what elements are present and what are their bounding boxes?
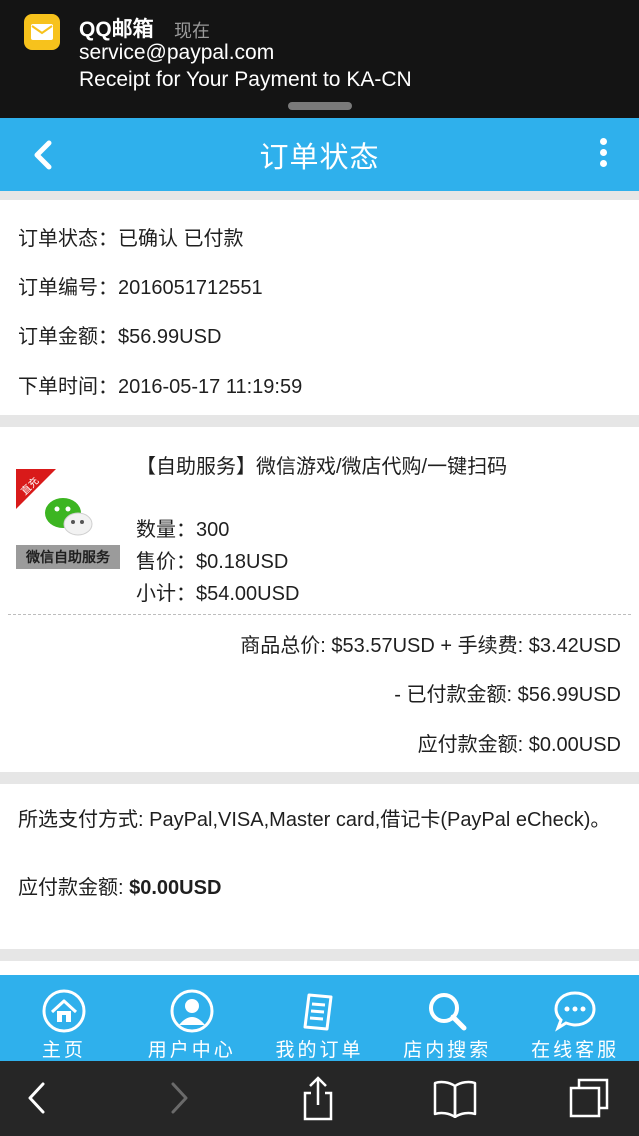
product-price-row: 售价：$0.18USD <box>136 545 288 574</box>
section-divider <box>0 415 639 427</box>
tabs-icon[interactable] <box>566 1075 612 1121</box>
price-label: 售价： <box>136 551 196 573</box>
nav-label-store-search: 店内搜索 <box>403 1040 492 1061</box>
nav-item-store-search[interactable]: 店内搜索 <box>383 975 511 1061</box>
order-time-row: 下单时间：2016-05-17 11:19:59 <box>18 370 302 399</box>
product-quantity-row: 数量：300 <box>136 513 229 542</box>
nav-label-online-service: 在线客服 <box>531 1040 620 1061</box>
section-divider <box>0 772 639 784</box>
page-title: 订单状态 <box>259 142 380 174</box>
product-image[interactable]: 直充 微信自助服务 <box>16 469 120 577</box>
notification-banner[interactable]: QQ邮箱 现在 service@paypal.com Receipt for Y… <box>0 0 639 118</box>
payment-due-label: 应付款金额: <box>18 877 130 899</box>
notification-sender: service@paypal.com <box>79 41 275 64</box>
app-header: 订单状态 <box>0 118 639 191</box>
product-image-caption: 微信自助服务 <box>25 549 111 566</box>
more-vertical-icon[interactable] <box>592 134 616 170</box>
product-subtotal-row: 小计：$54.00USD <box>136 577 299 606</box>
share-icon[interactable] <box>295 1075 341 1121</box>
search-icon <box>424 988 470 1034</box>
order-number-label: 订单编号： <box>18 277 118 299</box>
paid-amount-line: - 已付款金额: $56.99USD <box>394 684 621 706</box>
browser-back-icon[interactable] <box>14 1075 60 1121</box>
order-amount-value: $56.99USD <box>118 326 222 348</box>
order-number-value: 2016051712551 <box>118 277 263 299</box>
subtotal-value: $54.00USD <box>196 583 300 605</box>
payment-methods: 所选支付方式: PayPal,VISA,Master card,借记卡(PayP… <box>18 809 611 831</box>
order-time-label: 下单时间： <box>18 376 118 398</box>
goods-total-line: 商品总价: $53.57USD + 手续费: $3.42USD <box>240 635 621 657</box>
dashed-divider <box>8 614 631 615</box>
order-amount-row: 订单金额：$56.99USD <box>18 320 221 349</box>
notification-time: 现在 <box>174 21 210 41</box>
bookmarks-icon[interactable] <box>432 1075 478 1121</box>
order-amount-label: 订单金额： <box>18 326 118 348</box>
order-list-icon <box>296 988 342 1034</box>
browser-forward-icon[interactable] <box>156 1075 202 1121</box>
user-icon <box>169 988 215 1034</box>
quantity-value: 300 <box>196 519 230 541</box>
browser-toolbar <box>0 1061 639 1136</box>
nav-label-user-center: 用户中心 <box>147 1040 236 1061</box>
section-divider <box>0 191 639 200</box>
payment-due-row: 应付款金额: $0.00USD <box>18 871 221 900</box>
price-value: $0.18USD <box>196 551 289 573</box>
quantity-label: 数量： <box>136 519 196 541</box>
notification-app-name: QQ邮箱 <box>79 18 154 41</box>
subtotal-label: 小计： <box>136 583 196 605</box>
section-divider <box>0 949 639 961</box>
order-number-row: 订单编号：2016051712551 <box>18 271 263 300</box>
notification-subject: Receipt for Your Payment to KA-CN <box>79 68 412 91</box>
payment-due-value: $0.00USD <box>129 877 222 899</box>
bottom-nav: 主页 用户中心 我的订单 店内搜索 在线客服 <box>0 975 639 1061</box>
order-status-row: 订单状态：已确认 已付款 <box>18 222 244 251</box>
nav-label-my-orders: 我的订单 <box>275 1040 364 1061</box>
mail-envelope-icon <box>24 14 60 50</box>
bottom-spacer <box>0 961 639 975</box>
amount-due-line: 应付款金额: $0.00USD <box>417 734 621 756</box>
order-status-value: 已确认 已付款 <box>118 228 244 250</box>
nav-item-home[interactable]: 主页 <box>0 975 128 1061</box>
product-title[interactable]: 【自助服务】微信游戏/微店代购/一键扫码 <box>136 450 507 479</box>
nav-item-my-orders[interactable]: 我的订单 <box>256 975 384 1061</box>
chat-icon <box>552 988 598 1034</box>
nav-item-online-service[interactable]: 在线客服 <box>511 975 639 1061</box>
home-icon <box>41 988 87 1034</box>
nav-item-user-center[interactable]: 用户中心 <box>128 975 256 1061</box>
order-status-label: 订单状态： <box>18 228 118 250</box>
notification-drag-handle[interactable] <box>288 102 352 110</box>
order-time-value: 2016-05-17 11:19:59 <box>118 376 303 398</box>
nav-label-home: 主页 <box>41 1040 86 1061</box>
